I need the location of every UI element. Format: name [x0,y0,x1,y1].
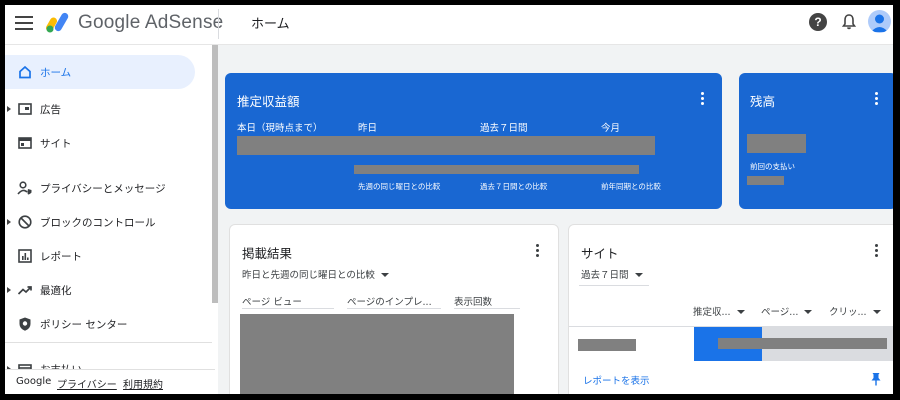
comparison-label-thismonth: 前年同期との比較 [601,182,661,191]
comparison-label-yesterday: 先週の同じ曜日との比較 [358,182,441,191]
sites-header-page-views[interactable]: ページ... [761,304,813,318]
home-icon [19,65,31,79]
sidebar: ホーム 広告 サイト プライバシーとメッセージ ブロックのコントロール レポート… [5,45,215,394]
sites-more-options-icon[interactable] [875,244,879,258]
expand-arrow-icon [7,106,11,112]
earnings-col-yesterday: 昨日 [358,123,378,134]
sidebar-item-privacy-messaging[interactable]: プライバシーとメッセージ [5,171,195,205]
notifications-bell-icon[interactable] [840,13,858,31]
account-avatar[interactable] [868,10,891,33]
adsense-logo-icon [46,12,69,33]
sidebar-item-home[interactable]: ホーム [5,55,195,89]
earnings-title: 推定収益額 [237,94,300,109]
header-page-views: ページ ビュー [242,297,302,308]
pin-icon[interactable] [870,372,882,386]
sidebar-footer: Google プライバシー 利用規約 [5,369,215,394]
sidebar-divider [5,342,212,343]
sidebar-item-label: 広告 [40,103,61,116]
redacted-performance-values [240,314,514,394]
redacted-last-payment-value [747,176,784,185]
chevron-down-icon [634,273,643,277]
privacy-messaging-icon [17,181,32,195]
sidebar-item-sites[interactable]: サイト [5,126,195,160]
header-page-impressions: ページのインプレ... [347,297,432,308]
sidebar-item-policy-center[interactable]: ポリシー センター [5,307,195,341]
dropdown-value: 昨日と先週の同じ曜日との比較 [242,270,375,281]
sidebar-item-label: 最適化 [40,284,72,297]
redacted-balance-value [747,134,806,153]
performance-more-options-icon[interactable] [536,244,540,258]
column-header-label: ページ... [761,307,799,318]
expand-arrow-icon [7,287,11,293]
footer-brand: Google [16,376,52,387]
header-underline [347,308,441,309]
table-row[interactable] [569,327,893,361]
sites-card: サイト 過去７日間 推定収... ページ... クリッ... レポートを表示 [568,224,893,394]
sidebar-item-label: プライバシーとメッセージ [40,182,166,195]
redacted-site-metrics [718,338,887,349]
estimated-earnings-card: 推定収益額 本日（現時点まで） 昨日 過去７日間 今月 先週の同じ曜日との比較 … [225,73,722,209]
dropdown-value: 過去７日間 [581,270,629,281]
sidebar-item-ads[interactable]: 広告 [5,92,195,126]
earnings-col-thismonth: 今月 [601,123,621,134]
product-name: Google AdSense [78,12,224,33]
policy-center-icon [19,317,31,331]
terms-link[interactable]: 利用規約 [123,376,163,391]
earnings-more-options-icon[interactable] [701,92,705,106]
sidebar-item-label: ブロックのコントロール [40,216,156,229]
header-underline [454,308,520,309]
sidebar-item-label: レポート [40,250,82,263]
adsense-window: Google AdSense ホーム ? ホーム 広告 サイト プライバシーとメ… [5,5,893,394]
main-content: 推定収益額 本日（現時点まで） 昨日 過去７日間 今月 先週の同じ曜日との比較 … [218,45,893,394]
redacted-site-name [578,339,636,351]
sidebar-item-reports[interactable]: レポート [5,239,195,273]
earnings-col-last7days: 過去７日間 [480,123,528,134]
top-app-bar: Google AdSense ホーム ? [5,5,893,45]
chevron-down-icon [380,273,389,277]
earnings-col-today: 本日（現時点まで） [237,123,323,134]
column-header-label: 推定収... [693,307,731,318]
expand-arrow-icon [7,219,11,225]
column-header-label: クリッ... [829,307,867,318]
performance-card: 掲載結果 昨日と先週の同じ曜日との比較 ページ ビュー ページのインプレ... … [229,224,559,394]
sidebar-item-optimization[interactable]: 最適化 [5,273,195,307]
block-icon [18,215,32,229]
reports-icon [18,249,32,263]
sidebar-item-label: ポリシー センター [40,318,128,331]
privacy-link[interactable]: プライバシー [57,376,117,391]
help-icon[interactable]: ? [809,13,827,31]
page-title: ホーム [251,17,290,32]
sort-arrow-icon [736,310,745,314]
performance-period-dropdown[interactable]: 昨日と先週の同じ曜日との比較 [242,267,389,281]
ads-icon [18,103,32,115]
sites-period-dropdown[interactable]: 過去７日間 [581,267,643,281]
header-divider [218,9,219,39]
sidebar-item-label: サイト [40,137,72,150]
balance-more-options-icon[interactable] [875,92,879,106]
comparison-label-last7days: 過去７日間との比較 [480,182,548,191]
sidebar-item-blocking-controls[interactable]: ブロックのコントロール [5,205,195,239]
last-payment-label: 前回の支払い [750,162,795,171]
performance-title: 掲載結果 [242,246,293,261]
redacted-comparison-values [354,165,639,174]
header-impressions: 表示回数 [454,297,493,308]
sort-arrow-icon [804,310,813,314]
sites-header-estimated-earnings[interactable]: 推定収... [693,304,745,318]
sites-icon [18,137,32,149]
sites-header-clicks[interactable]: クリッ... [829,304,881,318]
redacted-earnings-values [237,136,655,155]
header-underline [242,308,334,309]
sort-arrow-icon [872,310,881,314]
balance-card: 残高 前回の支払い [739,73,893,209]
view-report-link[interactable]: レポートを表示 [583,373,650,387]
sites-title: サイト [581,246,619,261]
dropdown-underline [579,285,649,286]
sidebar-item-label: ホーム [40,66,72,79]
user-icon [871,14,888,32]
optimization-icon [17,286,32,295]
main-menu-icon[interactable] [15,16,33,30]
balance-title: 残高 [750,94,776,109]
